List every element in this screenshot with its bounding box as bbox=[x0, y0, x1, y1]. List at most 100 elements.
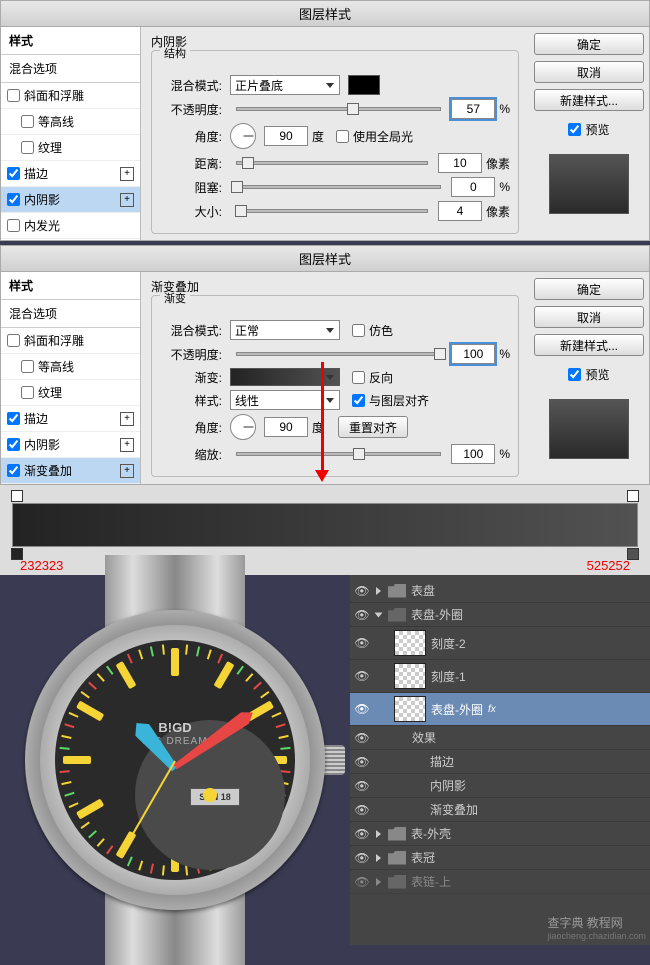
blend-options[interactable]: 混合选项 bbox=[1, 55, 140, 83]
visibility-icon[interactable]: 👁 bbox=[354, 779, 370, 793]
layer-thumbnail bbox=[394, 630, 426, 656]
shadow-color-swatch[interactable] bbox=[348, 75, 380, 95]
effect-内发光[interactable]: 内发光 bbox=[1, 213, 140, 239]
layer-row[interactable]: 👁表盘-外圈 bbox=[350, 603, 650, 627]
layer-row[interactable]: 👁描边 bbox=[350, 750, 650, 774]
choke-slider[interactable] bbox=[236, 185, 441, 189]
blendmode-select[interactable]: 正常 bbox=[230, 320, 340, 340]
distance-input[interactable]: 10 bbox=[438, 153, 482, 173]
global-light-checkbox[interactable] bbox=[336, 130, 349, 143]
visibility-icon[interactable]: 👁 bbox=[354, 827, 370, 841]
effect-描边[interactable]: 描边+ bbox=[1, 406, 140, 432]
opacity-slider[interactable] bbox=[236, 107, 441, 111]
visibility-icon[interactable]: 👁 bbox=[354, 584, 370, 598]
effect-内阴影[interactable]: 内阴影+ bbox=[1, 432, 140, 458]
effect-checkbox[interactable] bbox=[21, 360, 34, 373]
layer-row[interactable]: 👁内阴影 bbox=[350, 774, 650, 798]
size-slider[interactable] bbox=[236, 209, 428, 213]
effect-checkbox[interactable] bbox=[21, 386, 34, 399]
distance-slider[interactable] bbox=[236, 161, 428, 165]
sidebar-header[interactable]: 样式 bbox=[1, 272, 140, 300]
gradient-bar[interactable] bbox=[12, 503, 638, 547]
opacity-label: 不透明度: bbox=[160, 346, 222, 363]
align-checkbox[interactable] bbox=[352, 394, 365, 407]
angle-input[interactable]: 90 bbox=[264, 417, 308, 437]
opacity-input[interactable]: 57 bbox=[451, 99, 495, 119]
bottom-area: B!GD BIG DREAM SUN 18 👁表盘👁表盘-外圈👁刻度-2👁刻度-… bbox=[0, 575, 650, 945]
opacity-input[interactable]: 100 bbox=[451, 344, 495, 364]
visibility-icon[interactable]: 👁 bbox=[354, 875, 370, 889]
visibility-icon[interactable]: 👁 bbox=[354, 803, 370, 817]
layer-row[interactable]: 👁表冠 bbox=[350, 846, 650, 870]
effect-等高线[interactable]: 等高线 bbox=[1, 109, 140, 135]
effect-checkbox[interactable] bbox=[7, 438, 20, 451]
sidebar-header[interactable]: 样式 bbox=[1, 27, 140, 55]
visibility-icon[interactable]: 👁 bbox=[354, 669, 370, 683]
new-style-button[interactable]: 新建样式... bbox=[534, 89, 644, 111]
scale-input[interactable]: 100 bbox=[451, 444, 495, 464]
visibility-icon[interactable]: 👁 bbox=[354, 636, 370, 650]
effect-checkbox[interactable] bbox=[7, 219, 20, 232]
effect-描边[interactable]: 描边+ bbox=[1, 161, 140, 187]
ok-button[interactable]: 确定 bbox=[534, 278, 644, 300]
effect-checkbox[interactable] bbox=[21, 115, 34, 128]
effect-checkbox[interactable] bbox=[21, 141, 34, 154]
effect-等高线[interactable]: 等高线 bbox=[1, 354, 140, 380]
effect-checkbox[interactable] bbox=[7, 412, 20, 425]
layer-row[interactable]: 👁效果 bbox=[350, 726, 650, 750]
layer-row[interactable]: 👁表盘 bbox=[350, 579, 650, 603]
layer-row[interactable]: 👁刻度-1 bbox=[350, 660, 650, 693]
add-effect-icon[interactable]: + bbox=[120, 412, 134, 426]
angle-dial[interactable] bbox=[230, 123, 256, 149]
opacity-stop-right[interactable] bbox=[627, 490, 639, 502]
scale-slider[interactable] bbox=[236, 452, 441, 456]
add-effect-icon[interactable]: + bbox=[120, 464, 134, 478]
add-effect-icon[interactable]: + bbox=[120, 438, 134, 452]
effect-checkbox[interactable] bbox=[7, 193, 20, 206]
opacity-stop-left[interactable] bbox=[11, 490, 23, 502]
visibility-icon[interactable]: 👁 bbox=[354, 755, 370, 769]
add-effect-icon[interactable]: + bbox=[120, 167, 134, 181]
dither-checkbox[interactable] bbox=[352, 324, 365, 337]
choke-input[interactable]: 0 bbox=[451, 177, 495, 197]
effect-checkbox[interactable] bbox=[7, 89, 20, 102]
layer-row[interactable]: 👁表链-上 bbox=[350, 870, 650, 894]
add-effect-icon[interactable]: + bbox=[120, 193, 134, 207]
ok-button[interactable]: 确定 bbox=[534, 33, 644, 55]
cancel-button[interactable]: 取消 bbox=[534, 306, 644, 328]
new-style-button[interactable]: 新建样式... bbox=[534, 334, 644, 356]
visibility-icon[interactable]: 👁 bbox=[354, 731, 370, 745]
annotation-arrow bbox=[321, 362, 324, 472]
angle-input[interactable]: 90 bbox=[264, 126, 308, 146]
blend-options[interactable]: 混合选项 bbox=[1, 300, 140, 328]
effect-斜面和浮雕[interactable]: 斜面和浮雕 bbox=[1, 83, 140, 109]
layer-row[interactable]: 👁表-外壳 bbox=[350, 822, 650, 846]
preview-checkbox[interactable] bbox=[568, 123, 581, 136]
reset-align-button[interactable]: 重置对齐 bbox=[338, 416, 408, 438]
layer-row[interactable]: 👁表盘-外圈 fx bbox=[350, 693, 650, 726]
effect-斜面和浮雕[interactable]: 斜面和浮雕 bbox=[1, 328, 140, 354]
reverse-checkbox[interactable] bbox=[352, 371, 365, 384]
effect-渐变叠加[interactable]: 渐变叠加+ bbox=[1, 458, 140, 484]
cancel-button[interactable]: 取消 bbox=[534, 61, 644, 83]
layer-row[interactable]: 👁渐变叠加 bbox=[350, 798, 650, 822]
opacity-slider[interactable] bbox=[236, 352, 441, 356]
effect-checkbox[interactable] bbox=[7, 464, 20, 477]
effect-checkbox[interactable] bbox=[7, 334, 20, 347]
angle-dial[interactable] bbox=[230, 414, 256, 440]
button-column: 确定 取消 新建样式... 预览 bbox=[529, 27, 649, 240]
effect-内阴影[interactable]: 内阴影+ bbox=[1, 187, 140, 213]
blendmode-select[interactable]: 正片叠底 bbox=[230, 75, 340, 95]
visibility-icon[interactable]: 👁 bbox=[354, 608, 370, 622]
center-dot bbox=[203, 788, 217, 802]
layer-row[interactable]: 👁刻度-2 bbox=[350, 627, 650, 660]
visibility-icon[interactable]: 👁 bbox=[354, 702, 370, 716]
size-input[interactable]: 4 bbox=[438, 201, 482, 221]
watermark: 查字典 教程网 jiaocheng.chazidian.com bbox=[547, 914, 646, 941]
effect-纹理[interactable]: 纹理 bbox=[1, 380, 140, 406]
watch-canvas: B!GD BIG DREAM SUN 18 bbox=[0, 575, 350, 945]
effect-纹理[interactable]: 纹理 bbox=[1, 135, 140, 161]
visibility-icon[interactable]: 👁 bbox=[354, 851, 370, 865]
effect-checkbox[interactable] bbox=[7, 167, 20, 180]
preview-checkbox[interactable] bbox=[568, 368, 581, 381]
